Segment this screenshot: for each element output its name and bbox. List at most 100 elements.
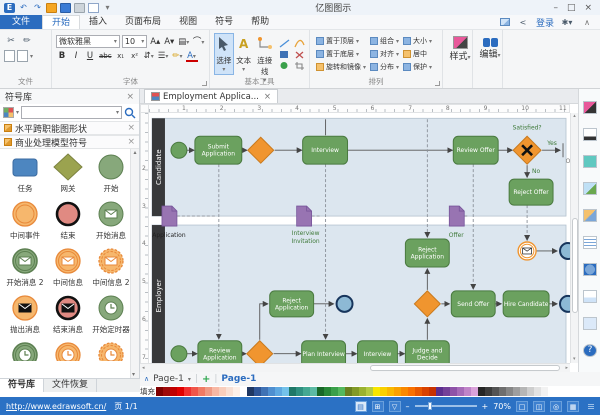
tab-insert[interactable]: 插入 [80, 15, 116, 29]
page-nav-dropdown[interactable]: ▾ [188, 376, 191, 383]
group-button[interactable]: 组合▾ [370, 35, 399, 47]
symbol-gateway-shape-icon[interactable]: 网关 [47, 153, 89, 194]
document-node[interactable] [297, 206, 312, 226]
fill-swatch[interactable] [366, 387, 373, 396]
fill-swatch[interactable] [450, 387, 457, 396]
fill-swatch[interactable] [296, 387, 303, 396]
cut-icon[interactable]: ✂ [4, 35, 18, 48]
fill-swatch[interactable] [380, 387, 387, 396]
protect-button[interactable]: 保护▾ [403, 61, 432, 73]
edit-find-button[interactable]: 编辑▾ [477, 33, 503, 77]
fill-swatch[interactable] [170, 387, 177, 396]
close-library-icon[interactable]: × [127, 123, 135, 133]
delete-tool-icon[interactable] [294, 50, 305, 59]
fill-swatch[interactable] [471, 387, 478, 396]
undo-icon[interactable]: ↶ [18, 3, 29, 13]
fill-swatch[interactable] [394, 387, 401, 396]
symbol-timer4-icon[interactable] [90, 341, 132, 361]
start-event-node[interactable] [171, 142, 187, 158]
fill-swatch[interactable] [247, 387, 254, 396]
fill-swatch[interactable] [387, 387, 394, 396]
fill-swatch[interactable] [513, 387, 520, 396]
symbol-start-message2-icon[interactable]: 开始消息 2 [4, 247, 46, 288]
tab-file[interactable]: 文件 [0, 15, 42, 29]
panel-tab-symbol-library[interactable]: 符号库 [0, 379, 44, 392]
print-preview-icon[interactable] [88, 3, 99, 13]
fill-swatch[interactable] [499, 387, 506, 396]
fill-swatch[interactable] [352, 387, 359, 396]
close-panel-icon[interactable]: × [126, 92, 134, 102]
fill-swatch[interactable] [177, 387, 184, 396]
copy-icon[interactable] [17, 50, 28, 62]
pool[interactable] [152, 118, 566, 216]
tab-help[interactable]: 帮助 [242, 15, 278, 29]
grid-icon[interactable]: ▦ [567, 401, 579, 412]
help-icon[interactable]: ? [583, 344, 597, 357]
login-button[interactable]: 登录 [536, 16, 554, 29]
library-bar-bpmn[interactable]: 商业处理模型符号 × [0, 135, 139, 149]
align-button[interactable]: 对齐▾ [370, 48, 399, 60]
hyperlink-globe-icon[interactable] [583, 263, 597, 276]
settings-gear-icon[interactable]: ✱▾ [560, 16, 574, 29]
select-tool-button[interactable]: 选择▾ [214, 33, 234, 75]
horizontal-scrollbar[interactable]: ◂▸ [140, 363, 570, 372]
rotate-mirror-button[interactable]: 旋转和镜像▾ [316, 61, 366, 73]
decrease-font-icon[interactable]: A▾ [163, 36, 175, 48]
collapse-ribbon-icon[interactable]: ∧ [580, 16, 594, 29]
symbol-timer2-icon[interactable] [4, 341, 46, 361]
fill-swatch[interactable] [163, 387, 170, 396]
document-node[interactable] [162, 206, 177, 226]
line-spacing-icon[interactable]: ⇵▾ [143, 50, 155, 62]
library-palette-icon[interactable] [3, 107, 14, 118]
symbol-intermediate-event-icon[interactable]: 中间事件 [4, 200, 46, 241]
fill-swatch[interactable] [534, 387, 541, 396]
page-background-icon[interactable] [583, 209, 597, 222]
zoom-area-icon[interactable]: ◎ [550, 401, 562, 412]
fill-swatch[interactable] [156, 387, 163, 396]
tab-view[interactable]: 视图 [170, 15, 206, 29]
fill-swatch[interactable] [219, 387, 226, 396]
minimize-button[interactable]: – [553, 3, 558, 13]
tab-page-layout[interactable]: 页面布局 [116, 15, 170, 29]
fill-swatch[interactable] [198, 387, 205, 396]
fill-swatch[interactable] [443, 387, 450, 396]
fit-width-icon[interactable]: ◫ [533, 401, 545, 412]
underline-button[interactable]: U [84, 50, 96, 62]
bullet-list-icon[interactable]: ☰▾ [157, 50, 170, 62]
symbol-throw-message-icon[interactable]: 抛出消息 [4, 294, 46, 335]
page-view-icon[interactable]: ⊞ [372, 401, 384, 412]
drawing-canvas[interactable]: CandidateEmployerSubmitApplicationInterv… [149, 113, 570, 372]
align-icon[interactable]: ▤▾ [177, 36, 190, 48]
rectangle-tool-icon[interactable] [279, 50, 290, 59]
curve-tool-icon[interactable] [294, 39, 305, 48]
fill-swatch[interactable] [191, 387, 198, 396]
fill-swatch[interactable] [359, 387, 366, 396]
horizontal-scroll-thumb[interactable] [370, 365, 560, 371]
attachment-doc-icon[interactable] [583, 290, 597, 303]
library-palette-dropdown[interactable]: ▾ [16, 109, 19, 116]
fill-swatch[interactable] [324, 387, 331, 396]
save-icon[interactable] [60, 3, 71, 13]
fill-color-icon[interactable] [583, 155, 597, 168]
end-event-node[interactable] [560, 296, 570, 312]
search-icon[interactable] [124, 107, 136, 119]
connector-tool-button[interactable]: 连接线▾ [254, 33, 276, 75]
fill-swatch[interactable] [415, 387, 422, 396]
fill-swatch[interactable] [541, 387, 548, 396]
resize-grip[interactable] [588, 404, 594, 409]
fill-swatch[interactable] [275, 387, 282, 396]
end-event-node[interactable] [337, 296, 353, 312]
fill-swatch[interactable] [345, 387, 352, 396]
page-tab-1[interactable]: Page-1 [221, 374, 256, 384]
document-tab[interactable]: Employment Applica... × [144, 89, 278, 103]
share-icon[interactable]: < [516, 16, 530, 29]
collapse-pages-icon[interactable]: ∧ [144, 375, 149, 383]
font-color-icon[interactable]: A▾ [186, 50, 198, 62]
symbol-end-message-icon[interactable]: 结束消息 [47, 294, 89, 335]
superscript-button[interactable]: x² [129, 50, 141, 62]
fill-swatch[interactable] [506, 387, 513, 396]
style-button[interactable]: 样式▾ [447, 33, 473, 77]
font-size-select[interactable]: 10▾ [122, 35, 147, 48]
fill-swatch[interactable] [492, 387, 499, 396]
fill-swatch[interactable] [254, 387, 261, 396]
